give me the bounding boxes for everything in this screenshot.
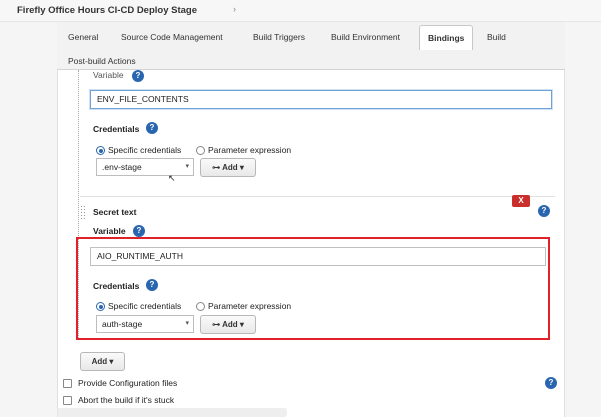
- breadcrumb: Firefly Office Hours CI-CD Deploy Stage …: [0, 0, 601, 22]
- breadcrumb-job-title[interactable]: Firefly Office Hours CI-CD Deploy Stage: [17, 5, 197, 16]
- tab-general[interactable]: General: [68, 32, 98, 42]
- highlight-box: [76, 237, 550, 340]
- binding1-add-credential-button[interactable]: ⊶ Add ▾: [200, 158, 256, 177]
- abort-stuck-build-checkbox[interactable]: [63, 396, 72, 405]
- binding1-credentials-help-icon[interactable]: ?: [146, 122, 158, 134]
- binding1-variable-label: Variable: [93, 70, 124, 80]
- add-binding-button[interactable]: Add ▾: [80, 352, 125, 371]
- chevron-down-icon: ▾: [109, 357, 114, 366]
- secret-text-help-icon[interactable]: ?: [538, 205, 550, 217]
- provide-config-files-label[interactable]: Provide Configuration files: [78, 378, 177, 388]
- add-binding-label: Add: [91, 357, 108, 366]
- binding1-credential-value: .env-stage: [102, 162, 142, 172]
- provide-config-files-help-icon[interactable]: ?: [545, 377, 557, 389]
- key-icon: ⊶: [212, 163, 221, 172]
- binding1-variable-help-icon[interactable]: ?: [132, 70, 144, 82]
- binding2-section-title: Secret text: [93, 207, 137, 217]
- tab-build-environment[interactable]: Build Environment: [331, 32, 400, 42]
- chevron-down-icon: ▾: [239, 163, 244, 172]
- config-tab-bar: General Source Code Management Build Tri…: [57, 22, 565, 70]
- config-panel: [57, 22, 565, 417]
- binding1-parameter-expression-label[interactable]: Parameter expression: [208, 145, 291, 155]
- tab-source-code-management[interactable]: Source Code Management: [121, 32, 223, 42]
- delete-binding-button[interactable]: X: [512, 195, 530, 207]
- drag-handle-icon[interactable]: [80, 205, 85, 219]
- tab-build-triggers[interactable]: Build Triggers: [253, 32, 305, 42]
- binding1-variable-input[interactable]: ENV_FILE_CONTENTS: [90, 90, 552, 109]
- breadcrumb-chevron-icon[interactable]: ›: [233, 4, 236, 14]
- binding1-credential-select[interactable]: .env-stage ▾: [96, 158, 194, 176]
- binding1-parameter-expression-radio[interactable]: [196, 146, 205, 155]
- tab-bindings[interactable]: Bindings: [419, 25, 474, 50]
- binding1-credentials-label: Credentials: [93, 124, 140, 134]
- tooltip-overlay: [57, 408, 287, 417]
- binding2-variable-help-icon[interactable]: ?: [133, 225, 145, 237]
- binding1-add-label: Add: [222, 163, 238, 172]
- binding1-specific-credentials-radio[interactable]: [96, 146, 105, 155]
- binding2-variable-label: Variable: [93, 226, 126, 236]
- binding1-specific-credentials-label[interactable]: Specific credentials: [108, 145, 181, 155]
- tab-post-build-actions[interactable]: Post-build Actions: [68, 56, 136, 66]
- provide-config-files-checkbox[interactable]: [63, 379, 72, 388]
- chevron-down-icon: ▾: [185, 163, 189, 170]
- tab-build[interactable]: Build: [487, 32, 506, 42]
- abort-stuck-build-label[interactable]: Abort the build if it's stuck: [78, 395, 174, 405]
- binding-separator: [80, 196, 555, 197]
- mouse-pointer-icon: ↖: [168, 173, 176, 183]
